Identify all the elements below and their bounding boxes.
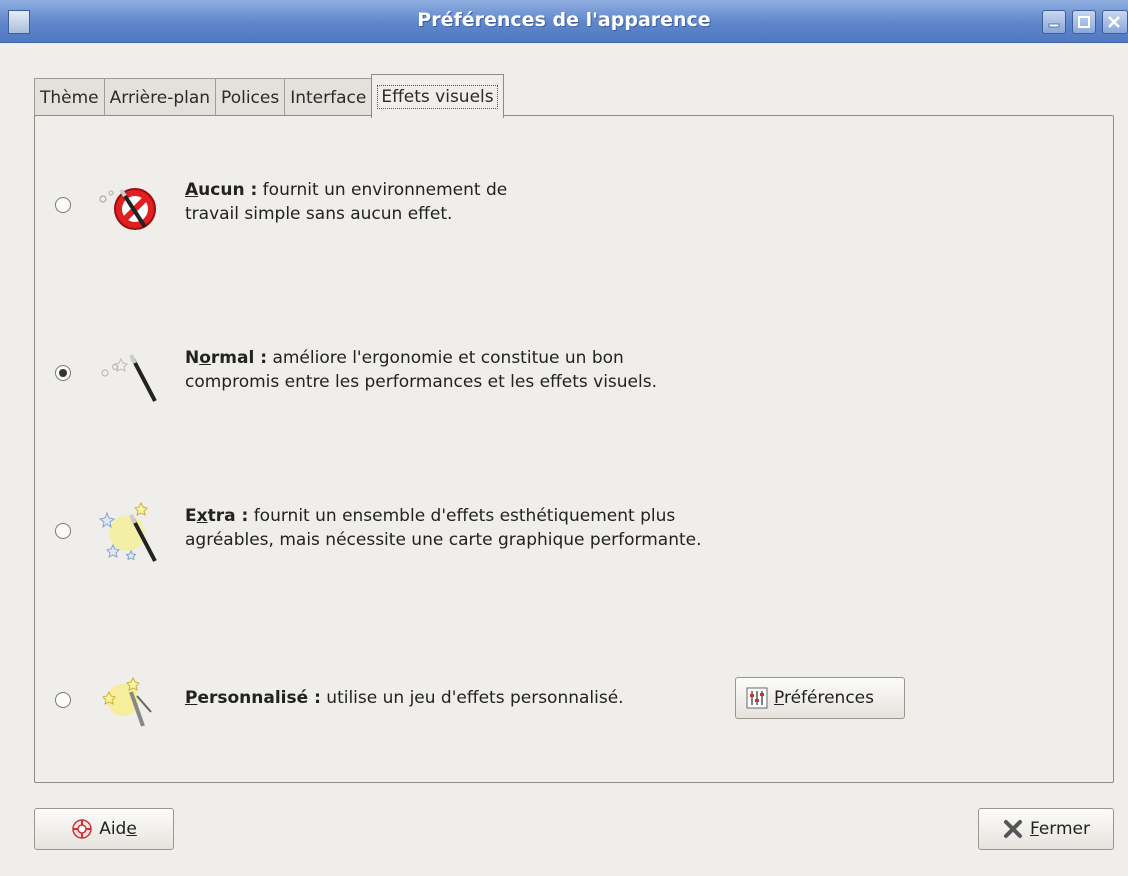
help-label: Aide (99, 819, 137, 839)
close-button[interactable]: Fermer (978, 808, 1114, 850)
tab-interface[interactable]: Interface (284, 78, 373, 117)
preferences-button[interactable]: Préférences (735, 677, 905, 719)
help-button[interactable]: Aide (34, 808, 174, 850)
radio-custom[interactable] (55, 692, 71, 708)
option-custom[interactable]: Personnalisé : utilise un jeu d'effets p… (35, 661, 1113, 751)
visual-effects-panel: Aucun : fournit un environnement de trav… (34, 115, 1114, 783)
no-effects-icon (99, 188, 156, 230)
magic-wand-icon (101, 354, 157, 402)
tab-fonts[interactable]: Polices (215, 78, 286, 117)
option-none[interactable]: Aucun : fournit un environnement de trav… (35, 166, 1113, 256)
option-extra[interactable]: Extra : fournit un ensemble d'effets est… (35, 492, 1113, 582)
option-none-text: Aucun : fournit un environnement de trav… (185, 180, 508, 224)
tab-theme[interactable]: Thème (34, 78, 105, 117)
option-normal-text: Normal : améliore l'ergonomie et constit… (185, 348, 657, 392)
tab-bar: Thème Arrière-plan Polices Interface Eff… (34, 74, 504, 118)
tab-visual-effects-label: Effets visuels (377, 85, 498, 109)
option-extra-text: Extra : fournit un ensemble d'effets est… (185, 506, 702, 550)
option-custom-text: Personnalisé : utilise un jeu d'effets p… (185, 688, 624, 708)
preferences-label: Préférences (774, 688, 874, 708)
radio-extra[interactable] (55, 523, 71, 539)
tab-background[interactable]: Arrière-plan (103, 78, 217, 117)
preferences-icon (746, 687, 768, 709)
minimize-icon[interactable] (1042, 10, 1066, 34)
tab-visual-effects[interactable]: Effets visuels (371, 74, 504, 118)
window-title: Préférences de l'apparence (417, 9, 711, 31)
close-x-icon (1003, 820, 1022, 838)
help-icon (72, 819, 92, 839)
title-bar: Préférences de l'apparence (0, 0, 1128, 43)
radio-normal[interactable] (55, 365, 71, 381)
radio-none[interactable] (55, 197, 71, 213)
close-label: Fermer (1029, 819, 1091, 839)
option-normal[interactable]: Normal : améliore l'ergonomie et constit… (35, 334, 1113, 424)
close-icon[interactable] (1102, 10, 1128, 34)
maximize-icon[interactable] (1072, 10, 1096, 34)
custom-effects-icon (102, 676, 152, 727)
sparkle-wand-icon (98, 501, 157, 562)
